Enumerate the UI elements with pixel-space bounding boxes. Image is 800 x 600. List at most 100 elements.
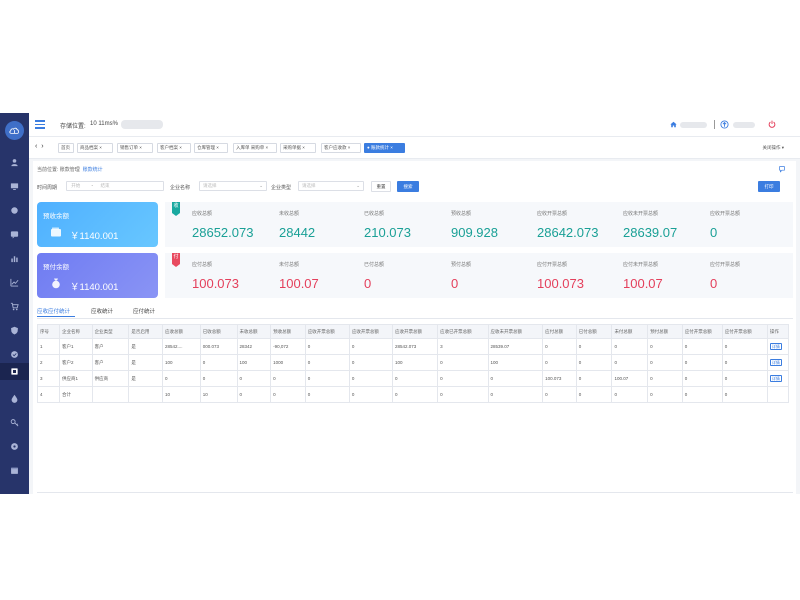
tab-item[interactable]: 采购单据 ×	[280, 143, 316, 153]
sidebar-shield-icon[interactable]	[9, 325, 20, 335]
close-tabs-menu[interactable]: 关闭操作 ▾	[762, 145, 784, 151]
table-cell: 0	[161, 370, 201, 387]
redacted-shortcut	[680, 122, 707, 128]
column-header: 应付开票总额	[721, 324, 768, 339]
tab-scroll-arrows[interactable]: ‹ ›	[35, 143, 45, 150]
table-cell	[128, 386, 163, 403]
column-header: 企业名称	[59, 324, 93, 339]
tab-item[interactable]: 客户应收款 ×	[321, 143, 361, 153]
stat-item: 预付总额 0	[451, 253, 531, 298]
table-cell	[91, 386, 130, 403]
print-button[interactable]: 打印	[758, 181, 780, 192]
company-type-select[interactable]: 请选择 ⌄	[298, 181, 364, 191]
sidebar-calendar-icon[interactable]	[9, 465, 20, 475]
table-row: 1 客户1 客户是 28542.... 000.073 28342 -90,072 0 0 285…	[36, 338, 790, 355]
detail-button[interactable]: 详情	[769, 375, 782, 382]
redacted-info	[121, 120, 163, 129]
balance-title: 预付余额	[43, 264, 69, 271]
power-icon[interactable]	[768, 120, 776, 128]
stat-label: 应付未开票总额	[623, 262, 659, 268]
column-header: 应收开票总额	[304, 324, 350, 339]
active-subtab-indicator	[37, 316, 75, 317]
stat-value: 100.073	[537, 276, 584, 291]
feedback-icon[interactable]	[778, 165, 786, 173]
stat-value: 0	[710, 276, 718, 291]
sidebar-finance-icon[interactable]	[0, 363, 29, 380]
sidebar-user-icon[interactable]	[9, 157, 20, 167]
stat-label: 未收总额	[279, 211, 300, 217]
table-cell: 0	[304, 354, 350, 371]
breadcrumb-current: 账款统计	[82, 167, 103, 173]
sidebar-message-icon[interactable]	[9, 229, 20, 239]
tab-item[interactable]: 销售订单 ×	[117, 143, 153, 153]
sidebar-chart-icon[interactable]	[9, 253, 20, 263]
column-header: 应付开票总额	[681, 324, 723, 339]
receivable-stats: 收 应收总额 28652.073 未收总额 28442 已收总额 210.073 预收…	[165, 202, 793, 247]
table-cell: 0	[575, 370, 613, 387]
table-cell: 28539.07	[487, 338, 544, 355]
content-panel: 当前位置: 账款管理 账款统计 时间周期 开始 - 结束 企业名称 请选择 ⌄ 企…	[33, 161, 796, 494]
sidebar-chat-icon[interactable]	[9, 205, 20, 215]
search-button[interactable]: 搜索	[397, 181, 419, 192]
table-cell: 0	[391, 370, 439, 387]
detail-button[interactable]: 详情	[769, 359, 782, 366]
table-cell: 0	[542, 386, 577, 403]
home-icon[interactable]	[670, 121, 677, 128]
app-window: 存储位置: 10 11ms% ‹ › 首页 商品档案 × 销售订单 × 客户档案…	[0, 113, 800, 494]
table-cell: 0	[236, 386, 272, 403]
cloud-upload-icon[interactable]	[720, 120, 729, 129]
table-cell: 0	[270, 370, 306, 387]
subtab-receivable[interactable]: 应收统计	[91, 307, 113, 315]
reset-button[interactable]: 重置	[371, 181, 391, 192]
stat-value: 28639.07	[623, 225, 678, 240]
tab-item[interactable]: 商品档案 ×	[77, 143, 113, 153]
table-cell: 28542.073	[391, 338, 439, 355]
date-range-input[interactable]: 开始 - 结束	[66, 181, 164, 191]
tab-item[interactable]: 入库单 采购单 ×	[233, 143, 277, 153]
tab-item[interactable]: 仓库管理 ×	[194, 143, 228, 153]
sidebar-cart-icon[interactable]	[9, 301, 20, 311]
column-header: 预收总额	[270, 324, 306, 339]
stat-item: 应收总额 28652.073	[192, 202, 272, 247]
stat-item: 未付总额 100.07	[279, 253, 349, 298]
cloud-logo-icon[interactable]	[5, 121, 24, 140]
table-header-row: 序号 企业名称 企业类型 是否启用 应收总额 已收总额 未收总额 预收总额 应收开票总额 应收开票…	[36, 324, 790, 339]
subtab-payable[interactable]: 应付统计	[133, 307, 155, 315]
sidebar-key-icon[interactable]	[9, 417, 20, 427]
menu-toggle-icon[interactable]	[35, 120, 45, 129]
table-body: 1 客户1 客户是 28542.... 000.073 28342 -90,072 0 0 285…	[36, 338, 790, 403]
table-cell: 0	[575, 386, 613, 403]
breadcrumb-parent[interactable]: 账款管理	[60, 167, 80, 173]
sidebar-drop-icon[interactable]	[9, 393, 20, 403]
column-header: 序号	[36, 324, 61, 339]
tab-item[interactable]: 客户档案 ×	[157, 143, 191, 153]
company-name-select[interactable]: 请选择 ⌄	[199, 181, 267, 191]
table-cell: 0	[542, 338, 577, 355]
sidebar-trend-icon[interactable]	[9, 277, 20, 287]
balance-amount: ￥1140.001	[70, 231, 119, 242]
date-separator: -	[91, 183, 94, 188]
column-header: 未收总额	[236, 324, 272, 339]
table-cell: 28542....	[161, 338, 201, 355]
table-cell: -90,072	[270, 338, 306, 355]
prepaid-payable-card: 预付余额 ￥1140.001	[37, 253, 158, 298]
user-name[interactable]	[733, 122, 755, 128]
table-cell: 0	[721, 338, 768, 355]
table-cell: 10	[199, 386, 238, 403]
column-header: 应收已开票总额	[437, 324, 489, 339]
sidebar-monitor-icon[interactable]	[9, 181, 20, 191]
stat-item: 应收开票总额 0	[710, 202, 785, 247]
tab-account-stats[interactable]: ● 账款统计 ×	[364, 143, 405, 153]
table-cell: 0	[611, 354, 649, 371]
table-cell: 0	[487, 370, 544, 387]
detail-button[interactable]: 详情	[769, 343, 782, 350]
tab-home[interactable]: 首页	[58, 143, 74, 153]
sidebar-help-icon[interactable]	[9, 441, 20, 451]
table-cell: 合计	[59, 386, 93, 403]
sidebar-check-icon[interactable]	[9, 349, 20, 359]
stat-value: 909.928	[451, 225, 498, 240]
subtab-all[interactable]: 应收应付统计	[37, 307, 70, 315]
stat-value: 0	[451, 276, 459, 291]
table-cell: 客户	[91, 354, 130, 371]
stat-label: 应收开票总额	[710, 211, 741, 217]
